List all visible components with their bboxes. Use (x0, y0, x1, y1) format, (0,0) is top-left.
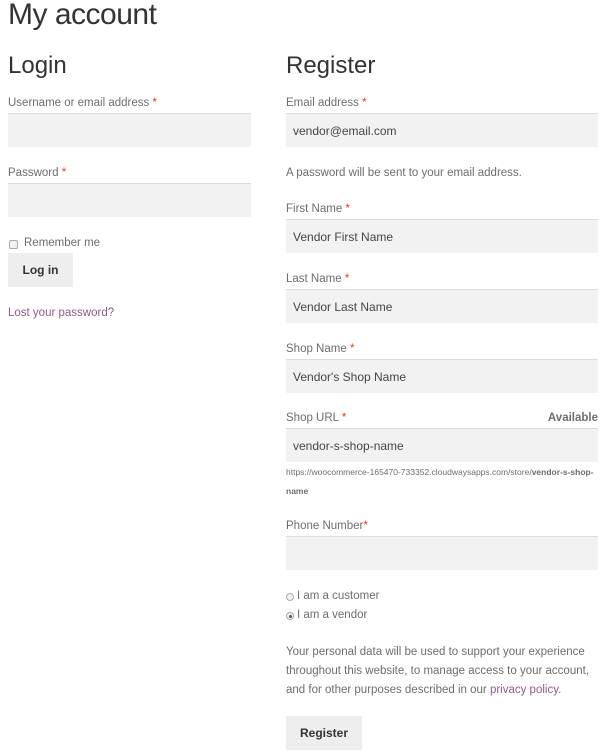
email-label: Email address * (286, 97, 367, 109)
phone-input[interactable] (286, 536, 598, 570)
first-name-input[interactable] (286, 219, 598, 253)
customer-radio[interactable] (286, 593, 294, 601)
username-input[interactable] (8, 113, 251, 147)
login-button[interactable]: Log in (8, 253, 73, 287)
last-name-label: Last Name * (286, 273, 350, 285)
login-title: Login (8, 52, 67, 79)
register-title: Register (286, 52, 376, 79)
required-mark: * (61, 167, 67, 179)
customer-radio-label[interactable]: I am a customer (297, 590, 379, 602)
vendor-radio[interactable] (286, 612, 294, 620)
shop-name-input[interactable] (286, 359, 598, 393)
shop-url-preview: https://woocommerce-165470-733352.cloudw… (286, 467, 594, 496)
shop-url-status: Available (547, 412, 598, 424)
register-button[interactable]: Register (286, 716, 362, 750)
password-input[interactable] (8, 183, 251, 217)
remember-me-checkbox[interactable] (9, 240, 18, 249)
username-label: Username or email address * (8, 97, 157, 109)
password-label: Password * (8, 167, 67, 179)
required-mark: * (152, 97, 157, 109)
privacy-notice: Your personal data will be used to suppo… (286, 646, 590, 696)
privacy-policy-link[interactable]: privacy policy (490, 684, 558, 696)
shop-url-label: Shop URL * (286, 412, 347, 424)
shop-name-label: Shop Name * (286, 343, 355, 355)
remember-me-label[interactable]: Remember me (24, 237, 100, 249)
lost-password-link[interactable]: Lost your password? (8, 307, 114, 319)
password-note: A password will be sent to your email ad… (286, 167, 522, 179)
shop-url-input[interactable] (286, 428, 598, 462)
page-title: My account (8, 0, 157, 31)
phone-label: Phone Number* (286, 520, 368, 532)
last-name-input[interactable] (286, 289, 598, 323)
email-input[interactable] (286, 113, 598, 147)
first-name-label: First Name * (286, 203, 350, 215)
vendor-radio-label[interactable]: I am a vendor (297, 609, 367, 621)
